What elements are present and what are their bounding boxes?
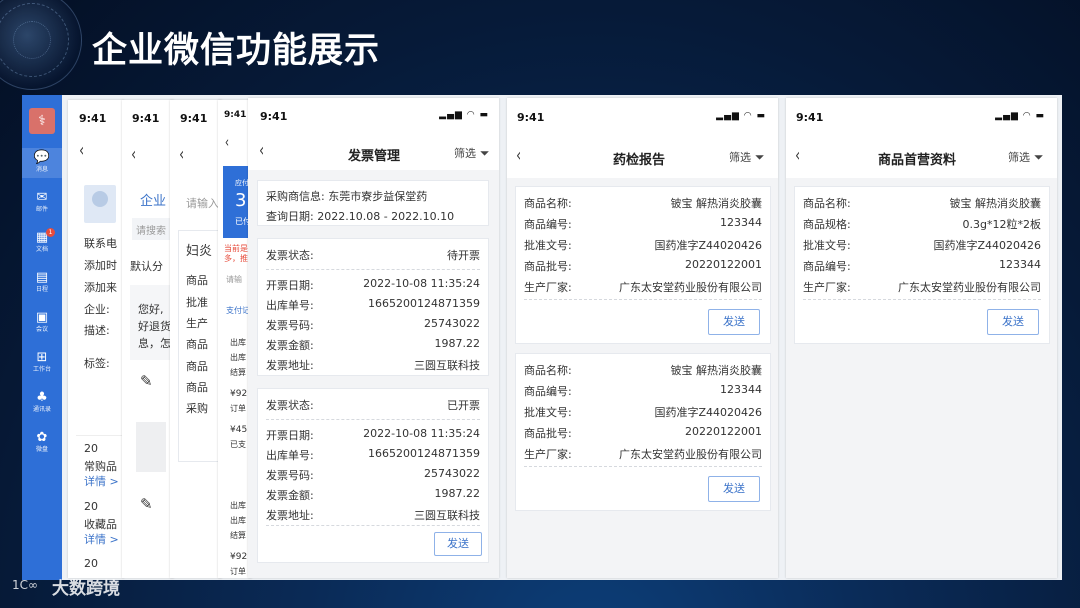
signal-wifi-battery-icon: ▂▄▆ ◠ ▬ bbox=[716, 111, 766, 121]
back-icon[interactable]: ‹ bbox=[795, 145, 800, 166]
sidebar-item-messages[interactable]: 💬 消息 bbox=[22, 148, 62, 178]
page-title: 药检报告 bbox=[613, 153, 666, 168]
watermark-logo-icon: 1C∞ bbox=[12, 578, 39, 592]
drive-icon: ✿ bbox=[36, 430, 48, 445]
slide-title: 企业微信功能展示 bbox=[92, 31, 381, 71]
doc-badge: 1 bbox=[46, 228, 55, 237]
sidebar-item-meeting[interactable]: ▣ 会议 bbox=[22, 310, 62, 334]
status-badge: 待开票 bbox=[447, 249, 480, 262]
page-title: 发票管理 bbox=[348, 149, 401, 164]
filter-button[interactable]: 筛选 ⏷ bbox=[1008, 149, 1043, 165]
drug-report-card: 商品名称: 铍宝 解热消炎胶囊 商品编号: 123344 批准文号: 国药准字Z440… bbox=[515, 353, 771, 511]
invoice-card: 发票状态: 已开票 开票日期: 2022-10-08 11:35:24 出库单号: 1… bbox=[257, 388, 489, 563]
signal-wifi-battery-icon: ▂▄▆ ◠ ▬ bbox=[995, 111, 1045, 121]
sidebar-item-calendar[interactable]: ▤ 日程 bbox=[22, 270, 62, 294]
mail-icon: ✉ bbox=[36, 190, 48, 205]
avatar[interactable]: ⚕ bbox=[29, 108, 55, 134]
meeting-icon: ▣ bbox=[35, 310, 49, 325]
search-input[interactable]: 请输入 bbox=[186, 195, 219, 211]
filter-button[interactable]: 筛选 ⏷ bbox=[454, 145, 489, 161]
workbench-icon: ⊞ bbox=[36, 350, 48, 365]
sidebar-item-drive[interactable]: ✿ 微盘 bbox=[22, 430, 62, 454]
back-icon[interactable]: ‹ bbox=[259, 140, 264, 161]
edit-icon[interactable]: ✎ bbox=[140, 372, 153, 390]
calendar-icon: ▤ bbox=[35, 270, 49, 285]
drug-report-card: 商品名称: 铍宝 解热消炎胶囊 商品编号: 123344 批准文号: 国药准字Z440… bbox=[515, 186, 771, 344]
invoice-card: 发票状态: 待开票 开票日期: 2022-10-08 11:35:24 出库单号: 1… bbox=[257, 238, 489, 376]
sidebar-item-mail[interactable]: ✉ 邮件 bbox=[22, 190, 62, 214]
detail-link[interactable]: 详情 > bbox=[84, 473, 119, 489]
back-icon[interactable]: ‹ bbox=[225, 133, 229, 151]
status-badge: 已开票 bbox=[447, 399, 480, 412]
stacked-screen-payment: 9:41 ‹ 应付 3 已付 当前是 多，推 请输 支付记 出库 出库 结算 ¥… bbox=[218, 100, 252, 578]
first-camp-screen: 9:41 ▂▄▆ ◠ ▬ ‹ 商品首营资料 筛选 ⏷ 商品名称: 铍宝 解热消炎胶… bbox=[786, 98, 1057, 578]
send-button[interactable]: 发送 bbox=[708, 476, 760, 502]
filter-button[interactable]: 筛选 ⏷ bbox=[729, 149, 764, 165]
edit-icon[interactable]: ✎ bbox=[140, 495, 153, 513]
back-icon[interactable]: ‹ bbox=[179, 144, 184, 165]
sidebar-item-docs[interactable]: ▦ 1 文档 bbox=[22, 228, 62, 254]
send-button[interactable]: 发送 bbox=[434, 532, 482, 556]
send-button[interactable]: 发送 bbox=[987, 309, 1039, 335]
globe-decoration bbox=[0, 0, 82, 90]
chat-icon: 💬 bbox=[33, 150, 51, 165]
first-camp-card: 商品名称: 铍宝 解热消炎胶囊 商品规格: 0.3g*12粒*2板 批准文号: 国药准… bbox=[794, 186, 1050, 344]
sidebar-item-workbench[interactable]: ⊞ 工作台 bbox=[22, 350, 62, 374]
stacked-screen-customer: 9:41 ‹ 联系电 添加时 添加来 企业: 描述: 标签: 20 常购品 详情… bbox=[68, 100, 124, 578]
detail-link[interactable]: 详情 > bbox=[84, 531, 119, 547]
page-title: 商品首营资料 bbox=[878, 153, 957, 168]
filter-icon: ⏷ bbox=[1030, 150, 1044, 164]
signal-wifi-battery-icon: ▂▄▆ ◠ ▬ bbox=[439, 110, 489, 120]
watermark-text: 大数跨境 bbox=[52, 579, 120, 599]
send-button[interactable]: 发送 bbox=[708, 309, 760, 335]
stacked-screen-chat: 9:41 ‹ 企业 请搜索 默认分 您好, 好退货 息，怎 ✎ ✎ bbox=[122, 100, 174, 578]
back-icon[interactable]: ‹ bbox=[79, 140, 84, 161]
invoice-screen: 9:41 ▂▄▆ ◠ ▬ ‹ 发票管理 筛选 ⏷ 采购商信息: 东莞市寮步益保堂… bbox=[248, 98, 499, 578]
contacts-icon: ♣ bbox=[36, 390, 48, 405]
back-icon[interactable]: ‹ bbox=[516, 145, 521, 166]
stacked-screen-product: 9:41 ‹ 请输入 妇炎 商品 批准 生产 商品 商品 商品 采购 bbox=[170, 100, 222, 578]
back-icon[interactable]: ‹ bbox=[131, 144, 136, 165]
sidebar-item-contacts[interactable]: ♣ 通讯录 bbox=[22, 390, 62, 414]
doc-icon: ▦ bbox=[35, 230, 49, 245]
avatar bbox=[84, 185, 116, 223]
supplier-info-card: 采购商信息: 东莞市寮步益保堂药 查询日期: 2022.10.08 - 2022… bbox=[257, 180, 489, 226]
filter-icon: ⏷ bbox=[751, 150, 765, 164]
search-input[interactable]: 请搜索 bbox=[132, 218, 172, 240]
drug-report-screen: 9:41 ▂▄▆ ◠ ▬ ‹ 药检报告 筛选 ⏷ 商品名称: 铍宝 解热消炎胶囊 … bbox=[507, 98, 778, 578]
filter-icon: ⏷ bbox=[476, 146, 490, 160]
